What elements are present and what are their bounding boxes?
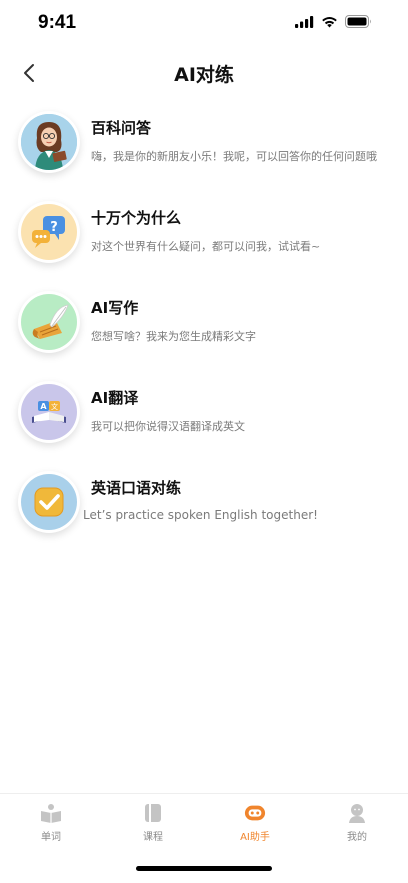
item-title: AI翻译 bbox=[91, 389, 139, 407]
list-item-why[interactable]: ? 十万个为什么 对这个世界有什么疑问，都可以问我，试试看~ bbox=[0, 194, 408, 274]
tab-label: 我的 bbox=[347, 832, 367, 843]
item-description: 我可以把你说得汉语翻译成英文 bbox=[91, 420, 245, 433]
teacher-avatar-icon bbox=[21, 114, 77, 170]
list-item-oral-english[interactable]: 英语口语对练 Let’s practice spoken English tog… bbox=[0, 464, 408, 544]
home-indicator bbox=[136, 866, 272, 871]
tab-label: AI助手 bbox=[240, 832, 270, 843]
item-title: 百科问答 bbox=[91, 119, 152, 137]
robot-icon bbox=[244, 802, 266, 824]
avatar bbox=[18, 471, 80, 533]
item-title: 十万个为什么 bbox=[91, 209, 182, 227]
tab-profile[interactable]: 我的 bbox=[306, 794, 408, 849]
avatar: A 文 bbox=[18, 381, 80, 443]
svg-text:?: ? bbox=[50, 220, 58, 235]
item-description: 嗨，我是你的新朋友小乐！我呢，可以回答你的任何问题哦 bbox=[91, 150, 377, 163]
item-description: 您想写啥？我来为您生成精彩文字 bbox=[91, 330, 256, 343]
list-item-translate[interactable]: A 文 AI翻译 我可以把你说得汉语翻译成英文 bbox=[0, 374, 408, 454]
item-description: 对这个世界有什么疑问，都可以问我，试试看~ bbox=[91, 240, 321, 253]
tab-label: 单词 bbox=[41, 832, 61, 843]
check-badge-icon bbox=[34, 487, 64, 517]
page-title: AI对练 bbox=[174, 64, 234, 86]
tab-courses[interactable]: 课程 bbox=[102, 794, 204, 849]
signal-icon bbox=[295, 15, 314, 28]
avatar bbox=[18, 291, 80, 353]
list-item-writing[interactable]: AI写作 您想写啥？我来为您生成精彩文字 bbox=[0, 284, 408, 364]
item-title: AI写作 bbox=[91, 299, 139, 317]
nav-bar: AI对练 bbox=[0, 50, 408, 96]
svg-text:文: 文 bbox=[51, 402, 58, 411]
notebook-icon bbox=[142, 802, 164, 824]
status-time: 9:41 bbox=[38, 12, 77, 33]
item-title: 英语口语对练 bbox=[91, 479, 182, 497]
status-bar: 9:41 bbox=[0, 0, 408, 46]
avatar: ? bbox=[18, 201, 80, 263]
tab-ai-assistant[interactable]: AI助手 bbox=[204, 794, 306, 849]
book-icon bbox=[40, 802, 62, 824]
translate-book-icon: A 文 bbox=[32, 401, 66, 423]
tab-bar: 单词 课程 AI助手 我的 bbox=[0, 793, 408, 849]
svg-text:A: A bbox=[40, 402, 47, 411]
question-bubble-icon: ? bbox=[32, 216, 65, 248]
tab-words[interactable]: 单词 bbox=[0, 794, 102, 849]
scroll-quill-icon bbox=[32, 304, 69, 339]
status-icons bbox=[295, 15, 372, 28]
tab-label: 课程 bbox=[143, 832, 163, 843]
item-description: Let’s practice spoken English together! bbox=[83, 508, 318, 522]
list-item-encyclopedia[interactable]: 百科问答 嗨，我是你的新朋友小乐！我呢，可以回答你的任何问题哦 bbox=[0, 104, 408, 184]
wifi-icon bbox=[322, 16, 337, 27]
avatar bbox=[18, 111, 80, 173]
battery-icon bbox=[345, 15, 371, 28]
profile-icon bbox=[346, 802, 368, 824]
